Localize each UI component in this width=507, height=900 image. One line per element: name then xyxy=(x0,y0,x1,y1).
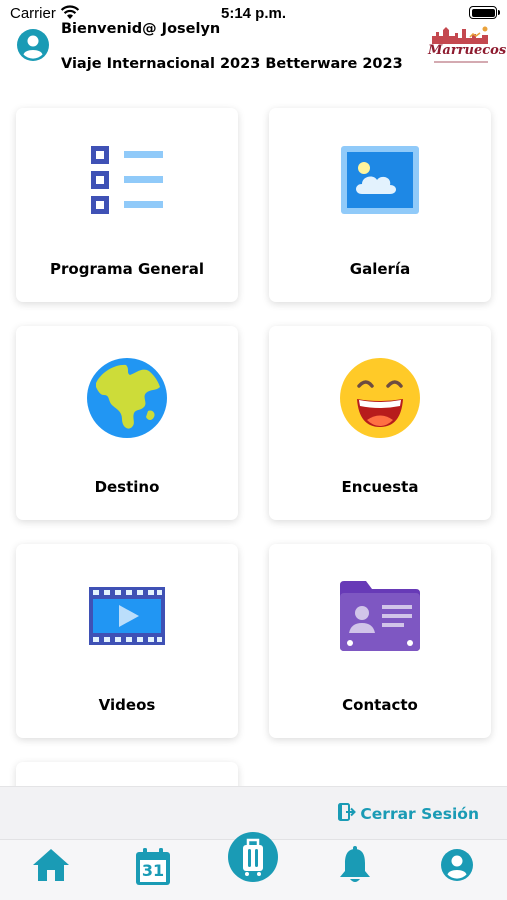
tab-trip[interactable] xyxy=(228,831,278,882)
menu-card-contacto[interactable]: Contacto xyxy=(269,544,491,738)
calendar-icon: 31 xyxy=(135,848,171,886)
menu-label: Programa General xyxy=(50,260,204,278)
luggage-icon xyxy=(227,831,279,888)
logout-icon xyxy=(338,803,357,825)
contact-card-icon xyxy=(269,572,491,660)
clock: 5:14 p.m. xyxy=(220,5,287,22)
user-avatar-icon[interactable] xyxy=(16,28,50,67)
logout-button[interactable]: Cerrar Sesión xyxy=(338,803,479,825)
tab-calendar[interactable]: 31 xyxy=(128,844,178,890)
menu-label: Encuesta xyxy=(341,478,419,496)
profile-icon xyxy=(440,848,474,887)
list-icon xyxy=(16,136,238,224)
image-icon xyxy=(269,136,491,224)
tab-profile[interactable] xyxy=(432,844,482,890)
film-icon xyxy=(16,572,238,660)
trip-title: Viaje Internacional 2023 Betterware 2023 xyxy=(61,56,403,72)
tab-home[interactable] xyxy=(26,844,76,890)
tab-bar: 31 xyxy=(0,831,507,900)
menu-card-galeria[interactable]: Galería xyxy=(269,108,491,302)
menu-card-videos[interactable]: Videos xyxy=(16,544,238,738)
logout-label: Cerrar Sesión xyxy=(360,805,479,823)
menu-card-destino[interactable]: Destino xyxy=(16,326,238,520)
globe-icon xyxy=(16,354,238,442)
smiley-icon xyxy=(269,354,491,442)
logo-text: Marruecos xyxy=(428,43,507,58)
battery-icon xyxy=(469,6,500,19)
home-icon xyxy=(32,847,70,888)
menu-label: Destino xyxy=(94,478,160,496)
menu-label: Contacto xyxy=(342,696,418,714)
menu-label: Galería xyxy=(349,260,411,278)
calendar-day: 31 xyxy=(141,861,165,880)
marruecos-logo: Marruecos xyxy=(428,24,507,68)
menu-label: Videos xyxy=(98,696,156,714)
bell-icon xyxy=(338,845,372,889)
tab-notifications[interactable] xyxy=(330,844,380,890)
menu-card-programa-general[interactable]: Programa General xyxy=(16,108,238,302)
menu-card-encuesta[interactable]: Encuesta xyxy=(269,326,491,520)
greeting-text: Bienvenid@ Joselyn xyxy=(61,21,221,37)
